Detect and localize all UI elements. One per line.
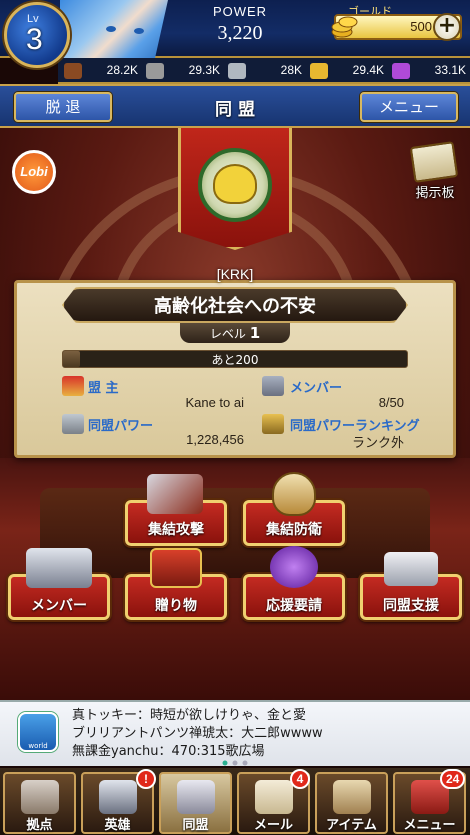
nav-alliance-button[interactable]: 同盟 [159,772,232,834]
ranking-value: ランク外 [351,435,404,450]
gold-key-icon [310,63,328,79]
members-label-button[interactable]: メンバー [8,595,110,615]
rally-attack-label[interactable]: 集結攻撃 [125,519,227,539]
knight-helmet-icon [99,780,137,814]
mail-envelope-icon [255,780,293,814]
members-label: メンバー [290,381,343,396]
resource-value: 29.4K [352,63,384,77]
chick-emblem-icon [213,164,257,204]
add-gold-button[interactable]: + [433,13,461,41]
alliance-support-label[interactable]: 同盟支援 [360,595,462,615]
player-avatar[interactable] [60,0,168,58]
chat-page-indicator [222,760,248,766]
alliance-xp-text: あと200 [211,353,259,367]
wood-log-icon [64,63,82,79]
level-value: 1 [249,324,261,342]
world-label: world [28,742,48,750]
bulletin-board-label[interactable]: 掲示板 [404,182,466,201]
nav-heroes-label: 英雄 [104,818,131,833]
resource-iron: 28K [224,60,306,82]
mail-count-badge: 4 [290,769,310,789]
nav-alliance-label: 同盟 [182,818,209,833]
handshake-icon [384,552,438,586]
nav-base-button[interactable]: 拠点 [3,772,76,834]
treasure-chest-icon [150,548,202,588]
heroes-alert-badge: ! [136,769,156,789]
crossed-swords-icon [147,474,203,514]
ranking-crest-icon [262,414,284,434]
alliance-hall-background: Lobi 掲示板 [KRK] 高齢化社会への不安 レベル 1 あと200 盟 主… [0,128,470,700]
resource-value: 29.3K [188,63,220,77]
alliance-power-value: 1,228,456 [186,432,244,447]
members-count: 8/50 [378,395,404,410]
gold-value: 500 [410,19,432,34]
resource-bar: 28.2K 29.3K 28K 29.4K 33.1K [58,58,470,84]
bulletin-board-icon[interactable] [409,141,459,183]
nav-items-button[interactable]: アイテム [315,772,388,834]
leader-flag-icon [62,376,84,396]
resource-wood: 28.2K [60,60,142,82]
player-level: 3 [26,23,43,56]
alliance-menu-button[interactable]: メニュー [360,92,458,122]
level-label: レベル [209,327,246,341]
chat-message: ブリリアントパンツ禅琥太：大二郎wwww [72,726,323,741]
resource-value: 28.2K [106,63,138,77]
resource-gold-key: 29.4K [306,60,388,82]
rally-defense-label[interactable]: 集結防衛 [243,519,345,539]
crystal-icon [392,63,410,79]
alliance-nav-bar: 脱 退 同 盟 メニュー [0,84,470,128]
gold-coins-icon [331,16,358,38]
resource-value: 28K [280,63,302,77]
page-title: 同 盟 [215,100,255,120]
leader-name: Kane to ai [185,395,244,410]
item-bag-icon [333,780,371,814]
resource-crystal: 33.1K [388,60,470,82]
shield-icon [272,472,316,516]
members-group-icon [262,376,284,396]
gifts-label[interactable]: 贈り物 [125,595,227,615]
chat-message: 無課金yanchu：470:315歌広場 [72,744,265,759]
castle-icon [21,780,59,814]
alliance-level: レベル 1 [180,324,290,342]
player-level-badge[interactable]: Lv 3 [4,2,70,68]
alliance-tag: [KRK] [216,266,254,282]
stone-icon [146,63,164,79]
leave-alliance-button[interactable]: 脱 退 [14,92,112,122]
request-support-label[interactable]: 応援要請 [243,595,345,615]
knights-group-icon [26,548,92,588]
lobi-button[interactable]: Lobi [12,150,56,194]
alliance-name: 高齢化社会への不安 [154,296,316,317]
nav-items-label: アイテム [326,818,377,833]
purple-monster-icon [270,546,318,588]
nav-menu-label: メニュー [403,818,456,833]
menu-count-badge: 24 [440,769,466,789]
resource-stone: 29.3K [142,60,224,82]
nav-base-label: 拠点 [26,818,53,833]
power-label: POWER [212,4,268,19]
resource-value: 33.1K [434,63,466,77]
power-value: 3,220 [217,22,263,44]
leader-label: 盟 主 [88,381,119,396]
chat-message: 真トッキー：時短が欲しけりゃ、金と愛 [72,708,307,723]
nav-mail-label: メール [253,818,293,833]
iron-ingot-icon [228,63,246,79]
crossed-swords-icon [177,780,215,814]
alliance-power-wings-icon [62,414,84,434]
